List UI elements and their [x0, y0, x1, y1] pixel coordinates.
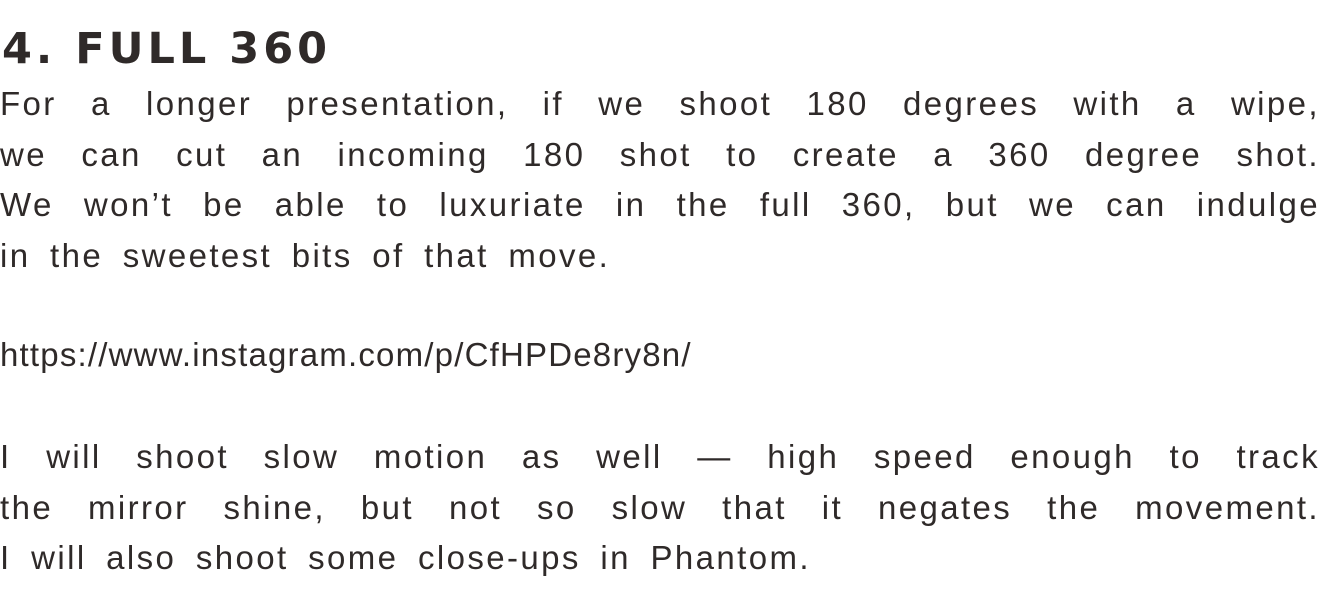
- paragraph-line: we can cut an incoming 180 shot to creat…: [0, 135, 1320, 173]
- paragraph-line: I will shoot slow motion as well — high …: [0, 438, 1320, 475]
- paragraph-line: I will also shoot some close-ups in Phan…: [0, 539, 811, 576]
- paragraph-link: https://www.instagram.com/p/CfHPDe8ry8n/: [0, 330, 1320, 381]
- paragraph-line: We won’t be able to luxuriate in the ful…: [0, 186, 1320, 223]
- paragraph-presentation: For a longer presentation, if we shoot 1…: [0, 79, 1320, 281]
- paragraph-line: in the sweetest bits of that move.: [0, 236, 611, 274]
- paragraph-slow-motion: I will shoot slow motion as well — high …: [0, 432, 1320, 584]
- instagram-link[interactable]: https://www.instagram.com/p/CfHPDe8ry8n/: [0, 330, 1320, 381]
- section-heading: 4. FULL 360: [2, 24, 332, 74]
- document-page: 4. FULL 360 For a longer presentation, i…: [0, 0, 1320, 600]
- paragraph-line: For a longer presentation, if we shoot 1…: [0, 85, 1320, 122]
- paragraph-line: the mirror shine, but not so slow that i…: [0, 488, 1320, 526]
